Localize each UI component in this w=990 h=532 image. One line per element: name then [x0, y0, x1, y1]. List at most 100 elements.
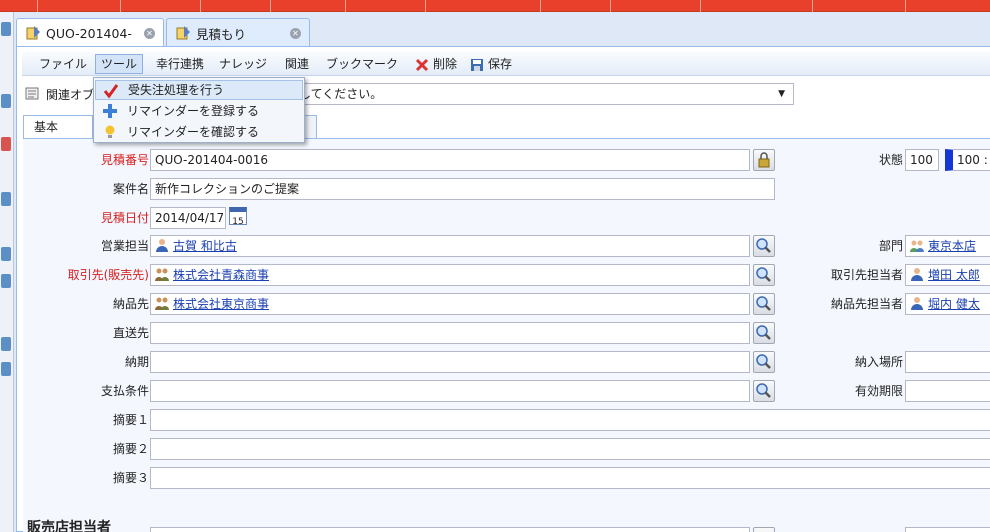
sales-rep-label: 営業担当: [100, 239, 149, 253]
menu-file[interactable]: ファイル: [34, 54, 92, 74]
calendar-day: 15: [232, 217, 244, 227]
summary2-field[interactable]: [150, 438, 990, 460]
top-bar-item[interactable]: [37, 0, 38, 12]
delete-label: 削除: [433, 57, 458, 71]
side-tool-icon[interactable]: [1, 192, 11, 206]
tab-label: QUO-201404-: [46, 25, 132, 41]
dealer-contact-field[interactable]: [905, 527, 990, 532]
sales-rep-link[interactable]: 古賀 和比古: [173, 239, 237, 253]
delivery-to-link[interactable]: 株式会社東京商事: [173, 297, 269, 311]
top-bar-item[interactable]: [700, 0, 701, 12]
menu-item-check-reminder[interactable]: リマインダーを確認する: [95, 122, 303, 142]
top-bar-item[interactable]: [345, 0, 346, 12]
close-icon[interactable]: ✕: [144, 28, 155, 39]
department-field[interactable]: 東京本店: [905, 235, 990, 257]
menu-item-order-processing[interactable]: 受失注処理を行う: [95, 80, 303, 100]
quote-no-label: 見積番号: [100, 153, 149, 167]
search-button[interactable]: [753, 264, 775, 286]
menu-bookmark[interactable]: ブックマーク: [321, 54, 403, 74]
delete-button[interactable]: 削除: [410, 54, 462, 74]
department-link[interactable]: 東京本店: [928, 239, 976, 253]
summary1-field[interactable]: [150, 409, 990, 431]
top-bar-item[interactable]: [610, 0, 611, 12]
company-icon: [155, 268, 169, 281]
dealer-rep-field[interactable]: [150, 527, 750, 532]
status-field[interactable]: 100: [905, 149, 939, 171]
side-tool-icon[interactable]: [1, 94, 11, 108]
menu-item-add-reminder[interactable]: リマインダーを登録する: [95, 101, 303, 121]
user-icon: [156, 239, 168, 252]
delivery-date-field[interactable]: [150, 351, 750, 373]
section-title: 販売店担当者: [27, 520, 111, 532]
customer-link[interactable]: 株式会社青森商事: [173, 268, 269, 282]
payment-terms-field[interactable]: [150, 380, 750, 402]
validity-field[interactable]: [905, 380, 990, 402]
tool-menu-dropdown: 受失注処理を行う リマインダーを登録する リマインダーを確認する: [93, 77, 305, 143]
tab-quote[interactable]: QUO-201404- ✕: [16, 18, 164, 47]
save-button[interactable]: 保存: [465, 54, 517, 74]
plus-icon: [103, 104, 117, 118]
summary3-label: 摘要３: [112, 471, 149, 485]
close-icon[interactable]: ✕: [290, 28, 301, 39]
menu-knowledge[interactable]: ナレッジ: [214, 54, 272, 74]
calendar-icon[interactable]: 15: [229, 207, 247, 227]
search-button[interactable]: [753, 322, 775, 344]
tab-quotes-list[interactable]: 見積もり ✕: [166, 18, 310, 47]
company-icon: [155, 297, 169, 310]
save-label: 保存: [488, 57, 513, 71]
top-bar-item[interactable]: [540, 0, 541, 12]
top-bar-item[interactable]: [200, 0, 201, 12]
summary1-label: 摘要１: [112, 413, 149, 427]
menu-tool[interactable]: ツール: [95, 54, 144, 74]
delete-icon: [415, 58, 429, 71]
delivery-to-field[interactable]: 株式会社東京商事: [150, 293, 750, 315]
quote-date-field[interactable]: 2014/04/17: [150, 207, 226, 229]
delivery-place-field[interactable]: [905, 351, 990, 373]
customer-contact-field[interactable]: 増田 太郎: [905, 264, 990, 286]
search-button[interactable]: [753, 351, 775, 373]
direct-to-field[interactable]: [150, 322, 750, 344]
chevron-down-icon: ▼: [778, 89, 785, 99]
menu-workflow[interactable]: 幸行連携: [151, 54, 209, 74]
delivery-contact-field[interactable]: 堀内 健太: [905, 293, 990, 315]
payment-terms-label: 支払条件: [100, 384, 149, 398]
tab-basic[interactable]: 基本: [23, 115, 93, 139]
search-button[interactable]: [753, 380, 775, 402]
side-tool-icon[interactable]: [1, 247, 11, 261]
document-tabs: QUO-201404- ✕ 見積もり ✕: [16, 18, 990, 47]
search-button[interactable]: [753, 527, 775, 532]
delivery-to-label: 納品先: [112, 297, 149, 311]
summary3-field[interactable]: [150, 467, 990, 489]
side-tool-icon[interactable]: [1, 362, 11, 376]
side-tool-icon[interactable]: [1, 274, 11, 288]
menu-bar: ファイル ツール 幸行連携 ナレッジ 関連 ブックマーク 削除 保存: [22, 52, 990, 76]
delivery-contact-link[interactable]: 堀内 健太: [928, 297, 980, 311]
sales-rep-field[interactable]: 古賀 和比古: [150, 235, 750, 257]
user-icon: [911, 297, 923, 310]
top-bar-item[interactable]: [425, 0, 426, 12]
lock-button[interactable]: [753, 149, 775, 171]
quote-no-field[interactable]: QUO-201404-0016: [150, 149, 750, 171]
customer-field[interactable]: 株式会社青森商事: [150, 264, 750, 286]
related-object-select[interactable]: 択してください。 ▼: [280, 83, 794, 105]
tab-label: 見積もり: [196, 26, 247, 42]
customer-contact-link[interactable]: 増田 太郎: [928, 268, 980, 282]
side-tool-icon[interactable]: [1, 137, 11, 151]
side-tool-icon[interactable]: [1, 22, 11, 36]
top-bar-item[interactable]: [270, 0, 271, 12]
search-icon: [756, 296, 771, 311]
subject-field[interactable]: 新作コレクションのご提案: [150, 178, 775, 200]
delivery-date-label: 納期: [124, 355, 149, 369]
search-icon: [756, 354, 771, 369]
top-bar-item[interactable]: [905, 0, 906, 12]
validity-label: 有効期限: [854, 384, 903, 398]
search-icon: [756, 383, 771, 398]
top-bar-item[interactable]: [812, 0, 813, 12]
status-name-field[interactable]: 100 :: [945, 149, 990, 171]
menu-related[interactable]: 関連: [280, 54, 314, 74]
top-app-bar: [0, 0, 990, 12]
search-button[interactable]: [753, 293, 775, 315]
top-bar-item[interactable]: [120, 0, 121, 12]
search-button[interactable]: [753, 235, 775, 257]
side-tool-icon[interactable]: [1, 337, 11, 351]
